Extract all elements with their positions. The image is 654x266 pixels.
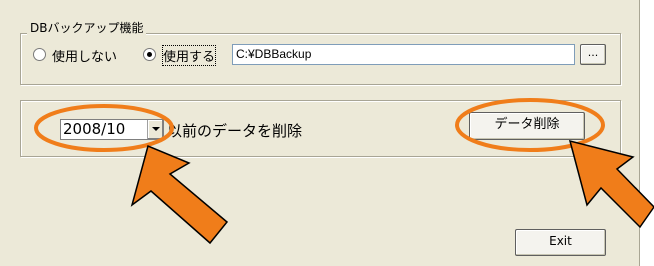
backup-path-input[interactable]: C:¥DBBackup	[232, 44, 575, 65]
month-select[interactable]: 2008/10	[60, 119, 164, 140]
delete-before-label: 以前のデータを削除	[167, 122, 303, 140]
exit-button[interactable]: Exit	[515, 229, 606, 256]
delete-data-button[interactable]: データ削除	[469, 112, 585, 140]
month-select-value: 2008/10	[63, 120, 126, 138]
radio-use-not[interactable]	[33, 48, 46, 61]
radio-use-not-label[interactable]: 使用しない	[52, 46, 117, 65]
db-backup-group-title: DBバックアップ機能	[27, 19, 147, 36]
browse-button[interactable]: ...	[580, 44, 606, 65]
settings-panel: DBバックアップ機能 使用しない 使用する C:¥DBBackup ... 20…	[0, 0, 640, 266]
radio-use[interactable]	[143, 48, 156, 61]
chevron-down-icon[interactable]	[147, 120, 163, 139]
radio-use-label[interactable]: 使用する	[161, 45, 217, 66]
